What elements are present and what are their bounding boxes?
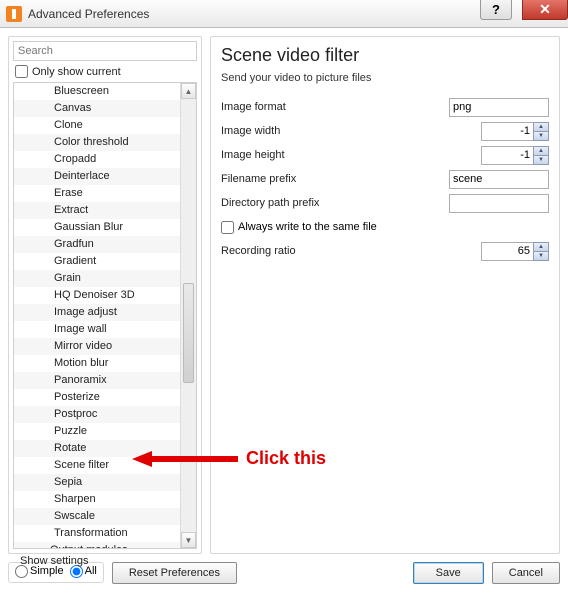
scroll-thumb[interactable] bbox=[183, 283, 194, 383]
close-button[interactable]: ✕ bbox=[522, 0, 568, 20]
help-button[interactable]: ? bbox=[480, 0, 512, 20]
tree-item[interactable]: Sepia bbox=[14, 474, 196, 491]
tree-item[interactable]: Image adjust bbox=[14, 304, 196, 321]
search-input[interactable] bbox=[13, 41, 197, 61]
tree-item[interactable]: Swscale bbox=[14, 508, 196, 525]
tree-item[interactable]: Image wall bbox=[14, 321, 196, 338]
tree-item[interactable]: Gaussian Blur bbox=[14, 219, 196, 236]
spin-up-icon[interactable]: ▲ bbox=[533, 122, 549, 131]
window-title: Advanced Preferences bbox=[28, 7, 149, 21]
panel-subtitle: Send your video to picture files bbox=[221, 72, 549, 84]
tree-item[interactable]: Output modules bbox=[14, 542, 196, 548]
panel-title: Scene video filter bbox=[221, 45, 549, 66]
filename-prefix-label: Filename prefix bbox=[221, 173, 411, 185]
tree-item[interactable]: Posterize bbox=[14, 389, 196, 406]
tree-item[interactable]: Extract bbox=[14, 202, 196, 219]
window-controls: ? ✕ bbox=[480, 0, 568, 27]
tree-item[interactable]: Mirror video bbox=[14, 338, 196, 355]
image-format-input[interactable] bbox=[449, 98, 549, 117]
only-show-current-label: Only show current bbox=[32, 66, 121, 78]
recording-ratio-stepper[interactable]: ▲▼ bbox=[481, 242, 549, 261]
image-width-label: Image width bbox=[221, 125, 411, 137]
cancel-button[interactable]: Cancel bbox=[492, 562, 560, 584]
tree-item[interactable]: Gradfun bbox=[14, 236, 196, 253]
tree-item[interactable]: Rotate bbox=[14, 440, 196, 457]
spin-down-icon[interactable]: ▼ bbox=[533, 155, 549, 165]
tree-item[interactable]: Transformation bbox=[14, 525, 196, 542]
spin-down-icon[interactable]: ▼ bbox=[533, 251, 549, 261]
always-write-label: Always write to the same file bbox=[238, 221, 377, 233]
always-write-checkbox[interactable]: Always write to the same file bbox=[221, 221, 377, 234]
row-dir-prefix: Directory path prefix bbox=[221, 192, 549, 214]
dir-prefix-label: Directory path prefix bbox=[221, 197, 411, 209]
tree-item[interactable]: Clone bbox=[14, 117, 196, 134]
left-panel: Only show current BluescreenCanvasCloneC… bbox=[8, 36, 202, 554]
tree-item[interactable]: Scene filter bbox=[14, 457, 196, 474]
spin-up-icon[interactable]: ▲ bbox=[533, 242, 549, 251]
image-height-input[interactable] bbox=[481, 146, 533, 165]
tree-item[interactable]: Sharpen bbox=[14, 491, 196, 508]
tree-item[interactable]: Erase bbox=[14, 185, 196, 202]
image-width-stepper[interactable]: ▲▼ bbox=[481, 122, 549, 141]
dir-prefix-input[interactable] bbox=[449, 194, 549, 213]
client-area: Only show current BluescreenCanvasCloneC… bbox=[0, 28, 568, 558]
recording-ratio-label: Recording ratio bbox=[221, 245, 411, 257]
image-format-label: Image format bbox=[221, 101, 411, 113]
row-always-write: Always write to the same file bbox=[221, 216, 549, 238]
tree-item[interactable]: Postproc bbox=[14, 406, 196, 423]
tree-item[interactable]: Cropadd bbox=[14, 151, 196, 168]
row-recording-ratio: Recording ratio ▲▼ bbox=[221, 240, 549, 262]
tree-list[interactable]: BluescreenCanvasCloneColor thresholdCrop… bbox=[14, 83, 196, 548]
scroll-up-icon[interactable]: ▲ bbox=[181, 83, 196, 99]
always-write-box[interactable] bbox=[221, 221, 234, 234]
tree-item[interactable]: Deinterlace bbox=[14, 168, 196, 185]
tree-item[interactable]: HQ Denoiser 3D bbox=[14, 287, 196, 304]
show-settings-group: Show settings Simple All bbox=[8, 562, 104, 583]
image-height-label: Image height bbox=[221, 149, 411, 161]
tree-item[interactable]: Motion blur bbox=[14, 355, 196, 372]
reset-button[interactable]: Reset Preferences bbox=[112, 562, 237, 584]
save-button[interactable]: Save bbox=[413, 562, 484, 584]
tree-item[interactable]: Puzzle bbox=[14, 423, 196, 440]
row-image-height: Image height ▲▼ bbox=[221, 144, 549, 166]
tree-box: BluescreenCanvasCloneColor thresholdCrop… bbox=[13, 82, 197, 549]
image-height-stepper[interactable]: ▲▼ bbox=[481, 146, 549, 165]
only-show-current-checkbox[interactable]: Only show current bbox=[15, 65, 197, 78]
tree-item[interactable]: Grain bbox=[14, 270, 196, 287]
image-width-input[interactable] bbox=[481, 122, 533, 141]
scrollbar[interactable]: ▲ ▼ bbox=[180, 83, 196, 548]
recording-ratio-input[interactable] bbox=[481, 242, 533, 261]
tree-item[interactable]: Color threshold bbox=[14, 134, 196, 151]
scroll-down-icon[interactable]: ▼ bbox=[181, 532, 196, 548]
right-panel: Scene video filter Send your video to pi… bbox=[210, 36, 560, 554]
tree-item[interactable]: Canvas bbox=[14, 100, 196, 117]
spin-down-icon[interactable]: ▼ bbox=[533, 131, 549, 141]
only-show-current-box[interactable] bbox=[15, 65, 28, 78]
vlc-icon bbox=[6, 6, 22, 22]
tree-item[interactable]: Panoramix bbox=[14, 372, 196, 389]
bottom-bar: Show settings Simple All Reset Preferenc… bbox=[0, 558, 568, 592]
row-image-format: Image format bbox=[221, 96, 549, 118]
row-filename-prefix: Filename prefix bbox=[221, 168, 549, 190]
filename-prefix-input[interactable] bbox=[449, 170, 549, 189]
titlebar: Advanced Preferences ? ✕ bbox=[0, 0, 568, 28]
row-image-width: Image width ▲▼ bbox=[221, 120, 549, 142]
tree-item[interactable]: Bluescreen bbox=[14, 83, 196, 100]
tree-item[interactable]: Gradient bbox=[14, 253, 196, 270]
spin-up-icon[interactable]: ▲ bbox=[533, 146, 549, 155]
